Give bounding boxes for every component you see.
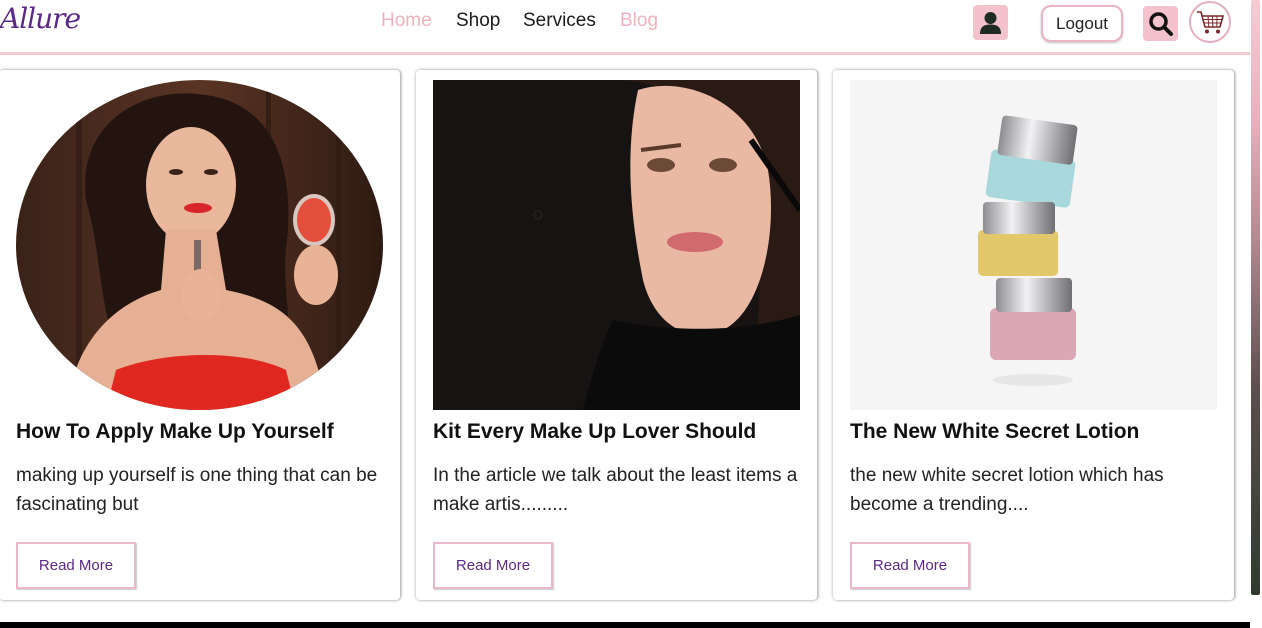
cart-button[interactable]: [1189, 1, 1231, 43]
search-icon: [1149, 12, 1173, 36]
site-header: Allure Home Shop Services Blog Logout: [0, 0, 1250, 55]
card-title: How To Apply Make Up Yourself: [16, 420, 334, 443]
nav-home[interactable]: Home: [381, 10, 432, 32]
cosmetic-jars-image: [850, 80, 1217, 410]
woman-lipstick-image: [16, 80, 383, 410]
cart-icon: [1197, 11, 1225, 34]
card-image: [16, 80, 383, 410]
blog-card: The New White Secret Lotion the new whit…: [833, 70, 1234, 600]
woman-mascara-image: [433, 80, 800, 410]
read-more-button[interactable]: Read More: [433, 542, 553, 589]
blog-card: How To Apply Make Up Yourself making up …: [0, 70, 400, 600]
card-text: the new white secret lotion which has be…: [850, 465, 1164, 515]
account-button[interactable]: [973, 5, 1008, 40]
logout-button[interactable]: Logout: [1041, 5, 1123, 42]
nav-shop[interactable]: Shop: [456, 10, 500, 32]
read-more-button[interactable]: Read More: [850, 542, 970, 589]
scrollbar-thumb[interactable]: [1251, 0, 1260, 595]
blog-card: Kit Every Make Up Lover Should In the ar…: [416, 70, 817, 600]
card-text: making up yourself is one thing that can…: [16, 465, 378, 515]
card-title: Kit Every Make Up Lover Should: [433, 420, 757, 443]
card-image: [850, 80, 1217, 410]
nav-blog[interactable]: Blog: [620, 10, 658, 32]
user-icon: [980, 12, 1001, 34]
page-scrollbar[interactable]: [1250, 0, 1262, 628]
nav-services[interactable]: Services: [523, 10, 596, 32]
card-title: The New White Secret Lotion: [850, 420, 1140, 443]
brand-logo[interactable]: Allure: [0, 2, 81, 35]
read-more-button[interactable]: Read More: [16, 542, 136, 589]
footer-edge: [0, 622, 1250, 628]
card-text: In the article we talk about the least i…: [433, 465, 798, 515]
search-button[interactable]: [1143, 6, 1178, 41]
card-image: [433, 80, 800, 410]
